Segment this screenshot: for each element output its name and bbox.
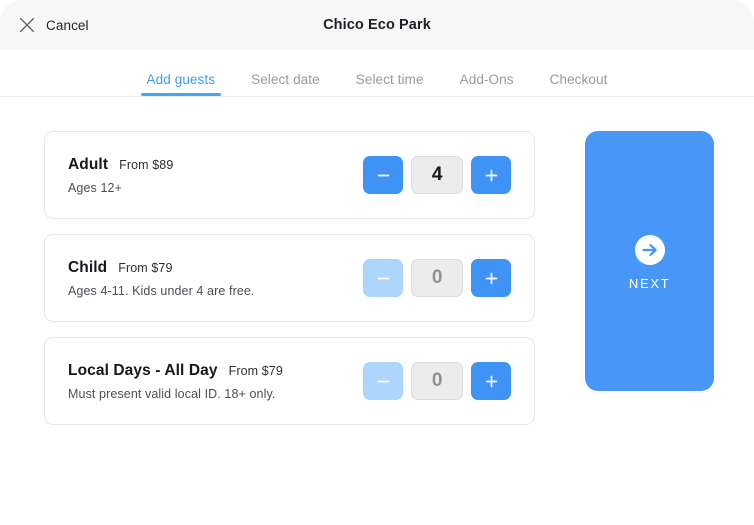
next-button[interactable]: NEXT xyxy=(585,131,714,391)
table-row: Local Days - All Day From $79 Must prese… xyxy=(44,337,536,425)
close-icon xyxy=(19,17,35,33)
table-row: Adult From $89 Ages 12+ 4 xyxy=(44,131,536,219)
tab-checkout[interactable]: Checkout xyxy=(532,50,626,96)
tab-select-time[interactable]: Select time xyxy=(338,50,442,96)
ticket-info-child: Child From $79 Ages 4-11. Kids under 4 a… xyxy=(68,259,255,298)
header-bar: Cancel Chico Eco Park xyxy=(0,0,754,50)
quantity-value-adult: 4 xyxy=(411,156,464,194)
ticket-title-row: Adult From $89 xyxy=(68,156,173,174)
step-tabs: Add guests Select date Select time Add-O… xyxy=(0,50,754,97)
table-row: Child From $79 Ages 4-11. Kids under 4 a… xyxy=(44,234,536,322)
quantity-value-local-days: 0 xyxy=(411,362,464,400)
minus-icon xyxy=(377,380,390,382)
ticket-title: Adult xyxy=(68,155,109,173)
plus-icon xyxy=(485,169,498,181)
increment-button-child[interactable] xyxy=(471,259,512,297)
ticket-title: Local Days - All Day xyxy=(68,361,218,379)
plus-icon xyxy=(485,272,498,284)
minus-icon xyxy=(377,174,390,176)
decrement-button-local-days[interactable] xyxy=(363,362,404,400)
quantity-stepper-adult: 4 xyxy=(363,156,512,194)
main-content: Adult From $89 Ages 12+ 4 Child From $79… xyxy=(0,97,754,525)
increment-button-local-days[interactable] xyxy=(471,362,512,400)
ticket-title-row: Child From $79 xyxy=(68,259,255,277)
minus-icon xyxy=(377,277,390,279)
quantity-stepper-local-days: 0 xyxy=(363,362,512,400)
ticket-title-row: Local Days - All Day From $79 xyxy=(68,362,283,380)
cancel-label: Cancel xyxy=(46,17,89,33)
ticket-price: From $89 xyxy=(119,157,174,172)
tab-add-ons[interactable]: Add-Ons xyxy=(442,50,532,96)
ticket-info-adult: Adult From $89 Ages 12+ xyxy=(68,156,173,195)
ticket-info-local-days: Local Days - All Day From $79 Must prese… xyxy=(68,362,283,401)
increment-button-adult[interactable] xyxy=(471,156,512,194)
ticket-title: Child xyxy=(68,258,108,276)
booking-window: Cancel Chico Eco Park Add guests Select … xyxy=(0,0,754,525)
arrow-right-circle-icon xyxy=(634,234,665,265)
decrement-button-adult[interactable] xyxy=(363,156,404,194)
ticket-subtitle: Ages 12+ xyxy=(68,180,122,195)
decrement-button-child[interactable] xyxy=(363,259,404,297)
tab-select-date[interactable]: Select date xyxy=(233,50,338,96)
next-label: NEXT xyxy=(628,275,671,291)
ticket-list: Adult From $89 Ages 12+ 4 Child From $79… xyxy=(44,131,536,425)
tab-add-guests[interactable]: Add guests xyxy=(129,50,234,96)
cancel-button[interactable]: Cancel xyxy=(19,0,89,50)
ticket-subtitle: Must present valid local ID. 18+ only. xyxy=(68,386,276,401)
plus-icon xyxy=(485,375,498,387)
page-title: Chico Eco Park xyxy=(323,17,431,33)
ticket-price: From $79 xyxy=(228,363,283,378)
guests-and-next-row: Adult From $89 Ages 12+ 4 Child From $79… xyxy=(0,131,754,425)
quantity-stepper-child: 0 xyxy=(363,259,512,297)
ticket-subtitle: Ages 4-11. Kids under 4 are free. xyxy=(68,283,255,298)
quantity-value-child: 0 xyxy=(411,259,464,297)
ticket-price: From $79 xyxy=(118,260,173,275)
